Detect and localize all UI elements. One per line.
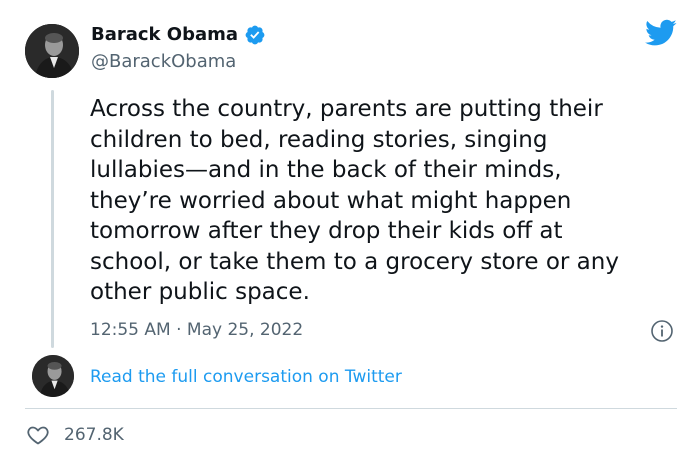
twitter-bird-icon[interactable]	[645, 19, 677, 47]
read-full-conversation-link[interactable]: Read the full conversation on Twitter	[90, 365, 402, 389]
tweet-card: Barack Obama @BarackObama Across the cou…	[0, 0, 700, 461]
author-name-row: Barack Obama	[91, 23, 266, 47]
author-display-name[interactable]: Barack Obama	[91, 23, 238, 47]
reply-avatar	[32, 355, 74, 397]
profile-photo-icon	[25, 24, 79, 78]
thread-line	[51, 90, 54, 348]
author-handle[interactable]: @BarackObama	[91, 50, 236, 74]
tweet-text: Across the country, parents are putting …	[90, 96, 619, 305]
profile-photo-icon	[32, 355, 74, 397]
tweet-timestamp[interactable]: 12:55 AM · May 25, 2022	[90, 318, 303, 342]
info-icon[interactable]	[650, 319, 674, 343]
author-avatar[interactable]	[25, 24, 79, 78]
verified-badge-icon	[245, 25, 265, 45]
divider	[25, 408, 677, 409]
heart-icon[interactable]	[26, 423, 50, 447]
like-count: 267.8K	[64, 425, 124, 445]
like-action[interactable]: 267.8K	[26, 423, 124, 447]
